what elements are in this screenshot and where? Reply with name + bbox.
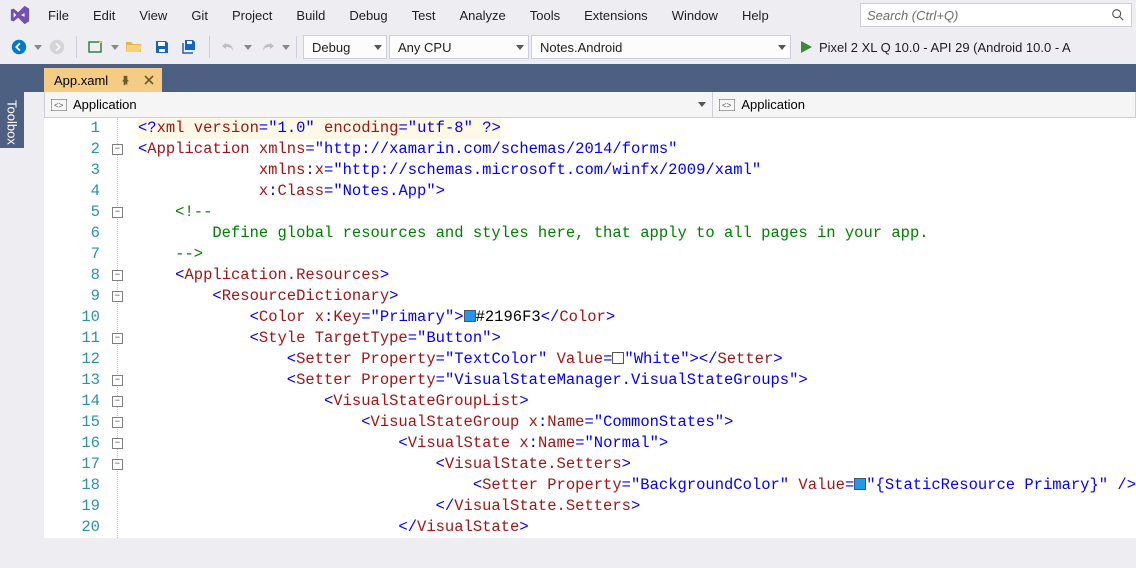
code-line[interactable]: <Style TargetType="Button"> <box>138 328 1136 349</box>
code-line[interactable]: <Setter Property="VisualStateManager.Vis… <box>138 370 1136 391</box>
pin-icon[interactable] <box>118 75 132 86</box>
dropdown-value: Debug <box>312 40 350 55</box>
menu-help[interactable]: Help <box>730 3 781 28</box>
code-line[interactable]: </VisualState> <box>138 517 1136 538</box>
fold-toggle[interactable]: − <box>112 291 123 302</box>
chevron-down-icon[interactable] <box>34 45 42 50</box>
line-number-gutter: 1234567891011121314151617181920 <box>44 118 110 538</box>
svg-text:<>: <> <box>54 101 64 110</box>
code-line[interactable]: x:Class="Notes.App"> <box>138 181 1136 202</box>
toolbox-side-tab[interactable]: Toolbox <box>0 88 24 148</box>
code-line[interactable]: <VisualState x:Name="Normal"> <box>138 433 1136 454</box>
menu-view[interactable]: View <box>127 3 179 28</box>
dropdown-value: Any CPU <box>398 40 451 55</box>
nav-left-label: Application <box>73 97 137 112</box>
menu-tools[interactable]: Tools <box>518 3 572 28</box>
save-all-button[interactable] <box>177 34 203 60</box>
fold-toggle[interactable]: − <box>112 207 123 218</box>
tab-title: App.xaml <box>54 73 108 88</box>
nav-left-dropdown[interactable]: <> Application <box>45 92 713 117</box>
fold-toggle[interactable]: − <box>112 270 123 281</box>
code-line[interactable]: <VisualStateGroup x:Name="CommonStates"> <box>138 412 1136 433</box>
quick-search[interactable] <box>860 3 1132 27</box>
menu-git[interactable]: Git <box>179 3 220 28</box>
chevron-down-icon <box>244 45 252 50</box>
code-editor[interactable]: 1234567891011121314151617181920 −−−−−−−−… <box>44 118 1136 538</box>
code-line[interactable]: <Application xmlns="http://xamarin.com/s… <box>138 139 1136 160</box>
code-line[interactable]: <Application.Resources> <box>138 265 1136 286</box>
fold-toggle[interactable]: − <box>112 417 123 428</box>
chevron-down-icon[interactable] <box>111 45 119 50</box>
nav-forward-button <box>44 34 70 60</box>
code-line[interactable]: <Setter Property="BackgroundColor" Value… <box>138 475 1136 496</box>
search-icon <box>1111 8 1125 22</box>
fold-toggle[interactable]: − <box>112 333 123 344</box>
color-swatch <box>464 310 476 322</box>
nav-back-button[interactable] <box>6 34 32 60</box>
menu-edit[interactable]: Edit <box>81 3 127 28</box>
chevron-down-icon <box>282 45 290 50</box>
nav-right-dropdown[interactable]: <> Application <box>713 92 1135 117</box>
document-tab[interactable]: App.xaml <box>44 68 162 92</box>
menu-file[interactable]: File <box>36 3 81 28</box>
chevron-down-icon <box>698 102 706 107</box>
fold-toggle[interactable]: − <box>112 144 123 155</box>
editor-nav-bar: <> Application <> Application <box>44 92 1136 118</box>
code-element-icon: <> <box>719 98 735 112</box>
fold-column[interactable]: − − − − − − − − − − <box>110 118 138 538</box>
save-button[interactable] <box>149 34 175 60</box>
vs-logo-icon <box>4 0 36 30</box>
menu-build[interactable]: Build <box>284 3 337 28</box>
code-line[interactable]: Define global resources and styles here,… <box>138 223 1136 244</box>
menu-analyze[interactable]: Analyze <box>447 3 517 28</box>
menu-debug[interactable]: Debug <box>337 3 399 28</box>
run-target-button[interactable]: Pixel 2 XL Q 10.0 - API 29 (Android 10.0… <box>793 40 1077 55</box>
dropdown-value: Notes.Android <box>540 40 622 55</box>
code-line[interactable]: <VisualStateGroupList> <box>138 391 1136 412</box>
code-content[interactable]: <?xml version="1.0" encoding="utf-8" ?><… <box>138 118 1136 538</box>
fold-toggle[interactable]: − <box>112 438 123 449</box>
standard-toolbar: Debug Any CPU Notes.Android Pixel 2 XL Q… <box>0 30 1136 64</box>
close-icon[interactable] <box>142 75 156 85</box>
color-swatch <box>612 352 624 364</box>
code-line[interactable]: xmlns:x="http://schemas.microsoft.com/wi… <box>138 160 1136 181</box>
solution-config-dropdown[interactable]: Debug <box>303 35 387 59</box>
fold-toggle[interactable]: − <box>112 375 123 386</box>
code-element-icon: <> <box>51 98 67 112</box>
code-line[interactable]: <VisualState.Setters> <box>138 454 1136 475</box>
menu-window[interactable]: Window <box>660 3 730 28</box>
redo-button <box>254 34 280 60</box>
menu-test[interactable]: Test <box>400 3 448 28</box>
code-line[interactable]: <Color x:Key="Primary">#2196F3</Color> <box>138 307 1136 328</box>
new-project-button[interactable] <box>83 34 109 60</box>
code-line[interactable]: <!-- <box>138 202 1136 223</box>
toolbox-label: Toolbox <box>5 100 20 145</box>
code-line[interactable]: --> <box>138 244 1136 265</box>
code-line[interactable]: <ResourceDictionary> <box>138 286 1136 307</box>
fold-toggle[interactable]: − <box>112 396 123 407</box>
search-input[interactable] <box>867 8 1111 23</box>
document-tab-strip: App.xaml <box>0 64 1136 92</box>
fold-toggle[interactable]: − <box>112 459 123 470</box>
code-line[interactable]: <Setter Property="TextColor" Value="Whit… <box>138 349 1136 370</box>
undo-button <box>216 34 242 60</box>
menu-extensions[interactable]: Extensions <box>572 3 660 28</box>
color-swatch <box>854 478 866 490</box>
startup-project-dropdown[interactable]: Notes.Android <box>531 35 791 59</box>
play-icon <box>799 40 813 54</box>
nav-right-label: Application <box>741 97 805 112</box>
open-file-button[interactable] <box>121 34 147 60</box>
svg-text:<>: <> <box>722 101 732 110</box>
code-line[interactable]: </VisualState.Setters> <box>138 496 1136 517</box>
solution-platform-dropdown[interactable]: Any CPU <box>389 35 529 59</box>
run-target-label: Pixel 2 XL Q 10.0 - API 29 (Android 10.0… <box>819 40 1071 55</box>
menu-bar: FileEditViewGitProjectBuildDebugTestAnal… <box>0 0 1136 30</box>
code-line[interactable]: <?xml version="1.0" encoding="utf-8" ?> <box>138 118 1136 139</box>
menu-project[interactable]: Project <box>220 3 284 28</box>
